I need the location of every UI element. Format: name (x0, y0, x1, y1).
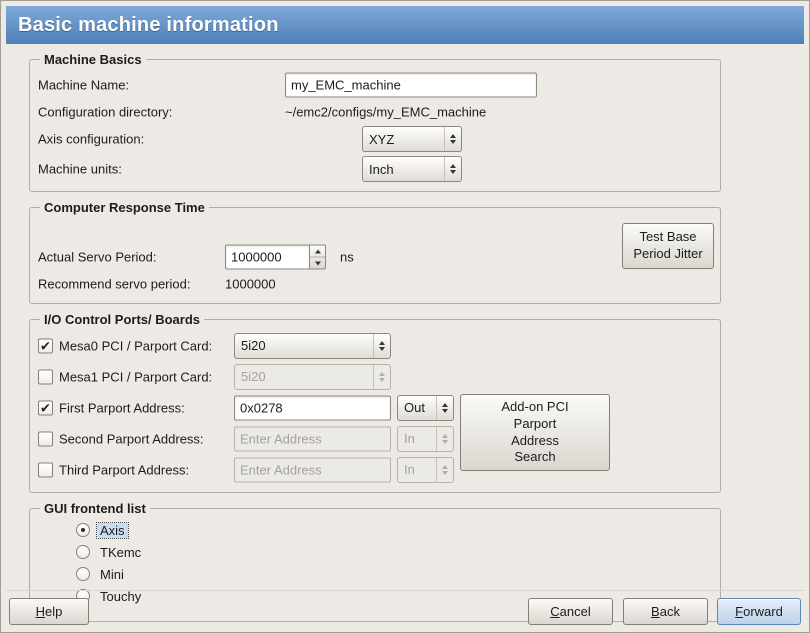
parport3-row: Third Parport Address: In (38, 454, 712, 485)
chevron-updown-icon (444, 127, 461, 151)
mesa0-card-value: 5i20 (235, 338, 373, 353)
mesa0-row: Mesa0 PCI / Parport Card: 5i20 (38, 330, 712, 361)
wizard-window: Basic machine information Machine Basics… (0, 0, 810, 633)
machine-name-label: Machine Name: (38, 78, 129, 93)
servo-period-row: Actual Servo Period: ns (38, 242, 712, 272)
machine-units-value: Inch (363, 162, 444, 177)
help-button[interactable]: Help (9, 598, 89, 625)
chevron-updown-icon (436, 396, 453, 420)
axis-config-row: Axis configuration: XYZ (38, 124, 712, 154)
addon-pci-search-button[interactable]: Add-on PCI Parport Address Search (460, 394, 610, 471)
mesa1-card-value: 5i20 (235, 369, 373, 384)
axis-config-select[interactable]: XYZ (362, 126, 462, 152)
spinner-buttons (309, 245, 326, 270)
machine-units-label: Machine units: (38, 162, 122, 177)
io-ports-legend: I/O Control Ports/ Boards (40, 312, 204, 327)
axis-config-label: Axis configuration: (38, 132, 144, 147)
parport1-row: First Parport Address: Out Add-on PCI Pa… (38, 392, 712, 423)
back-mnemonic: B (651, 604, 660, 619)
mini-radio-label[interactable]: Mini (97, 567, 127, 582)
machine-units-select[interactable]: Inch (362, 156, 462, 182)
parport3-address-input (234, 457, 391, 482)
config-dir-value: ~/emc2/configs/my_EMC_machine (285, 105, 486, 120)
tkemc-radio-label[interactable]: TKemc (97, 545, 144, 560)
servo-period-units: ns (340, 250, 354, 265)
forward-button[interactable]: Forward (717, 598, 801, 625)
chevron-updown-icon (436, 427, 453, 451)
back-label-rest: ack (660, 604, 680, 619)
chevron-updown-icon (436, 458, 453, 482)
io-ports-group: I/O Control Ports/ Boards Mesa0 PCI / Pa… (29, 312, 721, 493)
machine-units-row: Machine units: Inch (38, 154, 712, 184)
mesa1-checkbox[interactable] (38, 369, 53, 384)
gui-frontend-group: GUI frontend list Axis TKemc Mini Touchy (29, 501, 721, 622)
mesa1-card-select: 5i20 (234, 364, 391, 390)
machine-name-row: Machine Name: (38, 70, 712, 100)
gui-option-mini: Mini (76, 563, 712, 585)
recommend-period-row: Recommend servo period: 1000000 (38, 272, 712, 296)
parport1-address-input[interactable] (234, 395, 391, 420)
response-time-legend: Computer Response Time (40, 200, 209, 215)
axis-radio-label[interactable]: Axis (97, 523, 128, 538)
axis-config-value: XYZ (363, 132, 444, 147)
mesa1-row: Mesa1 PCI / Parport Card: 5i20 (38, 361, 712, 392)
mesa1-label: Mesa1 PCI / Parport Card: (59, 369, 212, 384)
page-title: Basic machine information (18, 14, 279, 37)
mesa0-checkbox[interactable] (38, 338, 53, 353)
action-separator (6, 590, 804, 591)
page-title-bar: Basic machine information (6, 6, 804, 44)
servo-period-input[interactable] (225, 245, 309, 270)
recommend-period-value: 1000000 (225, 277, 276, 292)
recommend-period-label: Recommend servo period: (38, 277, 190, 292)
config-dir-row: Configuration directory: ~/emc2/configs/… (38, 100, 712, 124)
chevron-updown-icon (444, 157, 461, 181)
cancel-button[interactable]: Cancel (528, 598, 613, 625)
gui-option-tkemc: TKemc (76, 541, 712, 563)
chevron-updown-icon (373, 365, 390, 389)
parport2-address-input (234, 426, 391, 451)
cancel-mnemonic: C (550, 604, 559, 619)
gui-frontend-legend: GUI frontend list (40, 501, 150, 516)
forward-label-rest: orward (743, 604, 783, 619)
servo-period-spinbox[interactable] (225, 245, 326, 270)
parport2-direction-value: In (398, 431, 436, 446)
back-button[interactable]: Back (623, 598, 708, 625)
axis-radio[interactable] (76, 523, 90, 537)
spin-down-icon[interactable] (310, 258, 325, 269)
parport2-direction-select: In (397, 426, 454, 452)
gui-option-touchy: Touchy (76, 585, 712, 607)
parport3-checkbox[interactable] (38, 462, 53, 477)
parport1-checkbox[interactable] (38, 400, 53, 415)
gui-option-axis: Axis (76, 519, 712, 541)
chevron-updown-icon (373, 334, 390, 358)
servo-period-label: Actual Servo Period: (38, 250, 157, 265)
forward-mnemonic: F (735, 604, 743, 619)
cancel-label-rest: ancel (560, 604, 591, 619)
parport1-direction-select[interactable]: Out (397, 395, 454, 421)
tkemc-radio[interactable] (76, 545, 90, 559)
machine-name-input[interactable] (285, 73, 537, 98)
parport2-row: Second Parport Address: In (38, 423, 712, 454)
mesa0-label: Mesa0 PCI / Parport Card: (59, 338, 212, 353)
parport3-direction-select: In (397, 457, 454, 483)
parport2-checkbox[interactable] (38, 431, 53, 446)
parport2-label: Second Parport Address: (59, 431, 204, 446)
help-mnemonic: H (36, 604, 45, 619)
mini-radio[interactable] (76, 567, 90, 581)
help-label-rest: elp (45, 604, 62, 619)
parport1-direction-value: Out (398, 400, 436, 415)
parport3-direction-value: In (398, 462, 436, 477)
mesa0-card-select[interactable]: 5i20 (234, 333, 391, 359)
machine-basics-legend: Machine Basics (40, 52, 146, 67)
response-time-group: Computer Response Time Test Base Period … (29, 200, 721, 304)
config-dir-label: Configuration directory: (38, 105, 172, 120)
spin-up-icon[interactable] (310, 246, 325, 258)
parport1-label: First Parport Address: (59, 400, 185, 415)
machine-basics-group: Machine Basics Machine Name: Configurati… (29, 52, 721, 192)
parport3-label: Third Parport Address: (59, 462, 189, 477)
